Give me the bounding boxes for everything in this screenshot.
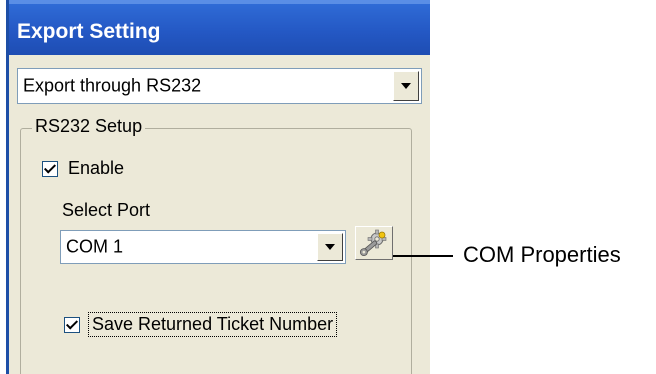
- chevron-down-icon: [401, 83, 411, 89]
- port-dropdown-arrow[interactable]: [317, 233, 343, 261]
- save-ticket-label: Save Returned Ticket Number: [88, 312, 338, 337]
- save-ticket-checkbox[interactable]: [64, 317, 80, 333]
- panel-title: Export Setting: [17, 20, 161, 43]
- checkmark-icon: [65, 317, 79, 330]
- gear-wrench-icon: [359, 229, 387, 257]
- select-port-label: Select Port: [62, 200, 151, 220]
- page: Export Setting Export through RS232 RS23…: [0, 0, 656, 374]
- export-method-dropdown[interactable]: Export through RS232: [17, 68, 422, 104]
- com-properties-callout: COM Properties: [463, 242, 621, 267]
- rs232-setup-legend: RS232 Setup: [32, 116, 146, 137]
- enable-checkbox[interactable]: [42, 161, 58, 177]
- port-dropdown[interactable]: COM 1: [60, 230, 346, 264]
- chevron-down-icon: [325, 244, 335, 250]
- export-method-value: Export through RS232: [23, 75, 202, 96]
- checkmark-icon: [43, 161, 57, 174]
- panel-header: Export Setting: [9, 0, 430, 55]
- port-value: COM 1: [66, 236, 124, 257]
- export-method-dropdown-arrow[interactable]: [393, 71, 419, 101]
- enable-label: Enable: [68, 158, 125, 178]
- com-properties-button[interactable]: [355, 226, 393, 260]
- callout-line: [393, 255, 453, 257]
